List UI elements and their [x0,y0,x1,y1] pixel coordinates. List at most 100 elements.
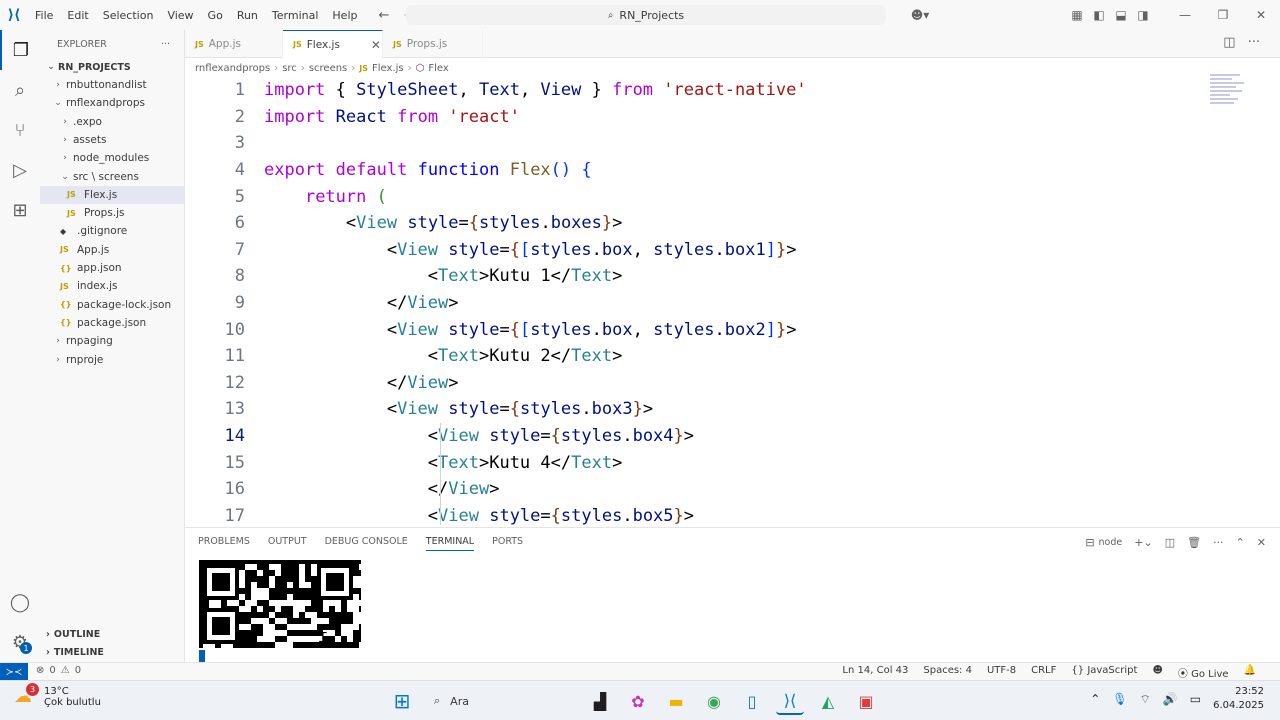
tab-app-js[interactable]: JS App.js [185,30,283,58]
breadcrumb-item[interactable]: rnflexandprops [195,63,270,74]
panel-tab-output[interactable]: OUTPUT [268,536,307,551]
close-tab-icon[interactable]: ✕ [371,38,381,52]
encoding[interactable]: UTF-8 [987,665,1016,680]
menu-go[interactable]: Go [201,9,230,22]
tree-item[interactable]: ⌄ rnflexandprops [40,94,185,112]
notepad-icon[interactable]: ▯ [738,687,766,715]
panel-tab-ports[interactable]: PORTS [492,536,523,551]
wifi-icon[interactable]: ⌔ [1140,692,1151,707]
clock[interactable]: 23:52 6.04.2025 [1213,685,1264,713]
explorer-icon[interactable]: ❐ [0,30,40,70]
extensions-icon[interactable]: ⊞ [0,190,40,230]
close-panel-icon[interactable]: ✕ [1257,536,1266,549]
panel-tab-problems[interactable]: PROBLEMS [198,536,250,551]
explorer-more-icon[interactable]: ··· [161,39,170,50]
split-terminal-icon[interactable]: ◫ [1165,536,1175,549]
go-live-button[interactable]: ⦿ Go Live [1178,665,1229,680]
tree-item[interactable]: JS Flex.js [40,185,185,204]
chevron-up-icon[interactable]: ⌃ [1090,692,1100,706]
menu-terminal[interactable]: Terminal [265,9,326,22]
menu-help[interactable]: Help [325,9,364,22]
menu-run[interactable]: Run [230,9,265,22]
timeline-section[interactable]: › TIMELINE [40,643,185,661]
tree-item[interactable]: JS Props.js [40,204,185,222]
tree-item[interactable]: ◆ .gitignore [40,222,185,240]
toggle-sidebar-icon[interactable]: ◧ [1088,8,1110,22]
copilot-app-icon[interactable]: ✿ [624,687,652,715]
tree-item[interactable]: ⌄ src \ screens [40,168,185,186]
notifications-bell-icon[interactable]: 🔔 [1244,665,1256,680]
chrome-icon[interactable]: ◉ [700,687,728,715]
tree-item[interactable]: {} package-lock.json [40,296,185,314]
tree-item[interactable]: JS index.js [40,277,185,295]
toggle-secondary-sidebar-icon[interactable]: ◨ [1132,8,1154,22]
breadcrumb-item[interactable]: src [282,63,297,74]
menu-view[interactable]: View [160,9,200,22]
menu-edit[interactable]: Edit [60,9,95,22]
battery-icon[interactable]: ▭ [1190,692,1201,706]
copilot-icon[interactable]: ☻▾ [904,8,936,22]
settings-gear-icon[interactable]: ⚙ 1 [0,622,40,662]
weather-widget[interactable]: ☁ 3 13°C Çok bulutlu [14,683,101,708]
code-token: boxes [550,213,602,234]
layout-icon[interactable]: ▦ [1066,8,1088,22]
tree-item[interactable]: {} package.json [40,314,185,332]
vscode-taskbar-icon[interactable]: ⟩⟨ [776,687,804,715]
line-endings[interactable]: CRLF [1031,665,1056,680]
command-center[interactable]: ⌕ RN_Projects [406,5,886,25]
source-control-icon[interactable]: ⑂ [0,110,40,150]
volume-icon[interactable]: 🔊 [1163,692,1178,706]
toggle-panel-icon[interactable]: ⬓ [1110,8,1132,22]
tree-item[interactable]: {} app.json [40,259,185,277]
breadcrumb-item[interactable]: Flex.js [372,63,404,74]
close-window-icon[interactable]: ✕ [1242,8,1280,22]
terminal-name[interactable]: node [1099,537,1123,548]
workspace-root[interactable]: ⌄ RN_PROJECTS [40,58,185,76]
outline-section[interactable]: › OUTLINE [40,625,185,643]
copilot-status-icon[interactable]: ☻ [1152,665,1162,680]
minimize-icon[interactable]: — [1166,8,1204,22]
tab-props-js[interactable]: JS Props.js [383,30,483,58]
task-view-icon[interactable]: ▟ [586,687,614,715]
minimap[interactable] [1210,74,1250,110]
tree-item[interactable]: › rnproje [40,351,185,369]
tab-flex-js[interactable]: JS Flex.js ✕ [283,30,383,58]
breadcrumb-item[interactable]: screens [309,63,347,74]
more-actions-icon[interactable]: ··· [1213,536,1224,549]
tree-item[interactable]: › .expo [40,113,185,131]
tree-item[interactable]: › assets [40,131,185,149]
microphone-icon[interactable]: 🎙 [1112,692,1127,706]
windows-start-icon[interactable]: ⊞ [388,687,416,715]
breadcrumb-item[interactable]: Flex [428,63,448,74]
new-terminal-icon[interactable]: +⌄ [1134,536,1152,549]
cursor-position[interactable]: Ln 14, Col 43 [842,665,908,680]
taskbar-search[interactable]: ⌕ Ara [426,687,576,715]
panel-tab-terminal[interactable]: TERMINAL [425,536,475,551]
problems-indicator[interactable]: ⊗ 0 ⚠ 0 [36,665,81,676]
android-studio-icon[interactable]: ◭ [814,687,842,715]
maximize-panel-icon[interactable]: ⌃ [1236,536,1245,549]
line-number: 12 [224,372,245,393]
remote-indicator-icon[interactable]: ≻≺ [0,663,28,681]
split-editor-icon[interactable]: ◫ [1223,35,1235,50]
tree-item[interactable]: JS App.js [40,241,185,259]
account-icon[interactable]: ◯ [0,582,40,622]
trash-icon[interactable]: 🗑 [1187,536,1201,549]
restore-icon[interactable]: ❐ [1204,8,1242,22]
search-view-icon[interactable]: ⌕ [0,70,40,110]
red-app-icon[interactable]: ▣ [852,687,880,715]
more-actions-icon[interactable]: ··· [1248,35,1260,50]
run-debug-icon[interactable]: ▷ [0,150,40,190]
tree-item[interactable]: › rnbuttonandlist [40,76,185,94]
menu-file[interactable]: File [28,9,60,22]
file-explorer-icon[interactable]: ▬ [662,687,690,715]
code-editor[interactable]: 1 import { StyleSheet, Text, View } from … [185,77,1280,525]
indentation[interactable]: Spaces: 4 [923,665,972,680]
tree-item[interactable]: › rnpaging [40,332,185,350]
back-arrow-icon[interactable]: ← [378,8,389,23]
panel-tab-debug-console[interactable]: DEBUG CONSOLE [325,536,408,551]
tree-item[interactable]: › node_modules [40,149,185,167]
language-mode[interactable]: {} JavaScript [1071,665,1137,680]
menu-selection[interactable]: Selection [96,9,161,22]
